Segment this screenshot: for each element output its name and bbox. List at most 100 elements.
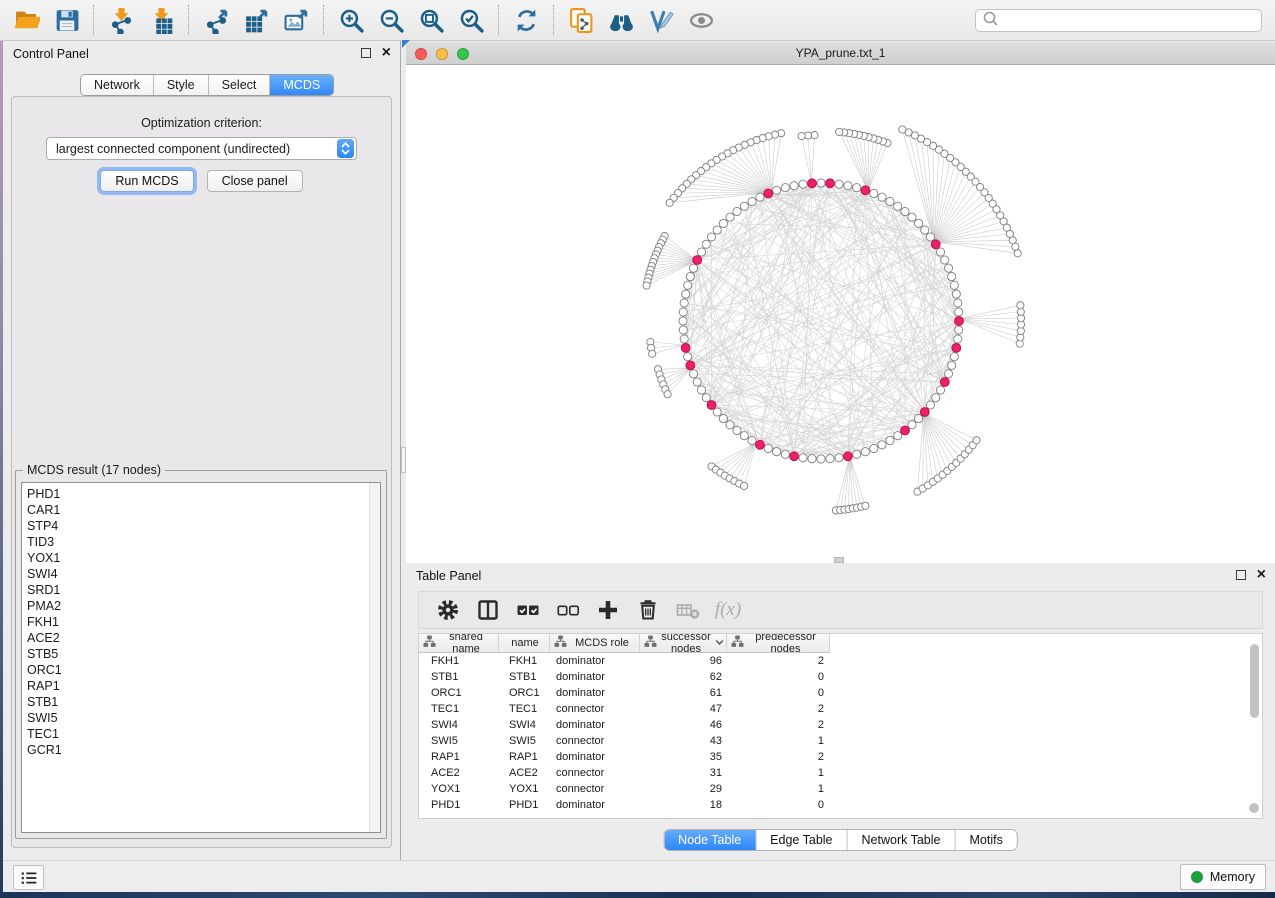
refresh-network-icon[interactable] [506,2,546,38]
table-cell[interactable]: dominator [550,749,640,765]
result-node-item[interactable]: PHD1 [27,486,380,502]
table-cell[interactable]: SWI4 [419,717,499,733]
table-cell[interactable]: 1 [727,781,830,797]
table-row[interactable]: PHD1PHD1dominator180 [419,797,1262,813]
table-cell[interactable]: 47 [640,701,727,717]
table-row[interactable]: RAP1RAP1dominator352 [419,749,1262,765]
table-cell[interactable]: connector [550,781,640,797]
export-network-icon[interactable] [196,2,236,38]
table-cell[interactable]: FKH1 [499,653,550,669]
table-cell[interactable]: STB1 [419,669,499,685]
network-search-binoculars-icon[interactable] [601,2,641,38]
table-cell[interactable]: 0 [727,797,830,813]
table-cell[interactable]: FKH1 [419,653,499,669]
zoom-out-icon[interactable] [371,2,411,38]
column-header-shared-name[interactable]: shared name [419,634,499,653]
result-node-item[interactable]: TEC1 [27,726,380,742]
zoom-fit-icon[interactable] [411,2,451,38]
result-node-item[interactable]: SRD1 [27,582,380,598]
table-row[interactable]: YOX1YOX1connector291 [419,781,1262,797]
column-header-successor-nodes[interactable]: successor nodes [640,634,727,653]
table-cell[interactable]: 2 [727,701,830,717]
close-panel-button[interactable]: Close panel [207,170,303,192]
function-builder-icon[interactable]: f(x) [711,594,745,626]
add-column-icon[interactable] [591,594,625,626]
table-cell[interactable]: dominator [550,669,640,685]
table-scrollbar[interactable] [1250,644,1259,718]
table-cell[interactable]: 29 [640,781,727,797]
result-node-item[interactable]: TID3 [27,534,380,550]
table-cell[interactable]: 1 [727,733,830,749]
table-cell[interactable]: 31 [640,765,727,781]
table-cell[interactable]: 35 [640,749,727,765]
table-cell[interactable]: 0 [727,685,830,701]
result-node-item[interactable]: STP4 [27,518,380,534]
tab-mcds[interactable]: MCDS [270,75,333,95]
float-panel-icon[interactable] [361,48,371,58]
column-header-MCDS-role[interactable]: MCDS role [550,634,640,653]
result-node-item[interactable]: STB5 [27,646,380,662]
table-cell[interactable]: STB1 [499,669,550,685]
result-list-scrollbar[interactable] [369,483,380,832]
table-cell[interactable]: ORC1 [499,685,550,701]
horizontal-splitter-handle[interactable] [834,557,844,563]
table-cell[interactable]: TEC1 [419,701,499,717]
tab-style[interactable]: Style [154,75,209,95]
table-cell[interactable]: 1 [727,765,830,781]
result-node-item[interactable]: ORC1 [27,662,380,678]
deselect-all-icon[interactable] [551,594,585,626]
table-cell[interactable]: SWI5 [419,733,499,749]
delete-column-icon[interactable] [631,594,665,626]
import-table-icon[interactable] [141,2,181,38]
save-session-icon[interactable] [46,2,86,38]
memory-button[interactable]: Memory [1180,864,1266,890]
table-row[interactable]: STB1STB1dominator620 [419,669,1262,685]
table-row[interactable]: TEC1TEC1connector472 [419,701,1262,717]
table-cell[interactable]: 43 [640,733,727,749]
float-panel-icon[interactable] [1236,570,1246,580]
zoom-selected-icon[interactable] [451,2,491,38]
table-cell[interactable]: 62 [640,669,727,685]
table-row[interactable]: ACE2ACE2connector311 [419,765,1262,781]
result-node-item[interactable]: PMA2 [27,598,380,614]
table-cell[interactable]: PHD1 [499,797,550,813]
result-node-item[interactable]: GCR1 [27,742,380,758]
export-image-icon[interactable] [276,2,316,38]
table-cell[interactable]: dominator [550,797,640,813]
result-node-item[interactable]: ACE2 [27,630,380,646]
close-panel-icon[interactable]: × [1257,570,1266,580]
vizmapper-icon[interactable] [641,2,681,38]
table-cell[interactable]: dominator [550,717,640,733]
table-cell[interactable]: 46 [640,717,727,733]
export-table-icon[interactable] [236,2,276,38]
import-network-icon[interactable] [101,2,141,38]
result-node-item[interactable]: YOX1 [27,550,380,566]
tab-network-table[interactable]: Network Table [848,830,956,850]
table-cell[interactable]: ORC1 [419,685,499,701]
table-cell[interactable]: TEC1 [499,701,550,717]
show-hide-graphics-icon[interactable] [681,2,721,38]
search-input[interactable] [999,11,1261,30]
task-history-button[interactable] [13,865,44,890]
table-cell[interactable]: PHD1 [419,797,499,813]
tab-network[interactable]: Network [81,75,154,95]
result-node-item[interactable]: SWI4 [27,566,380,582]
table-cell[interactable]: ACE2 [419,765,499,781]
tab-motifs[interactable]: Motifs [955,830,1016,850]
table-cell[interactable]: 2 [727,749,830,765]
tab-edge-table[interactable]: Edge Table [756,830,847,850]
network-canvas[interactable] [406,65,1275,563]
table-cell[interactable]: 61 [640,685,727,701]
result-node-item[interactable]: FKH1 [27,614,380,630]
table-cell[interactable]: 18 [640,797,727,813]
zoom-in-icon[interactable] [331,2,371,38]
column-header-predecessor-nodes[interactable]: predecessor nodes [727,634,830,653]
table-cell[interactable]: YOX1 [499,781,550,797]
column-header-name[interactable]: name [499,634,550,653]
table-cell[interactable]: SWI5 [499,733,550,749]
table-cell[interactable]: 96 [640,653,727,669]
table-cell[interactable]: 2 [727,653,830,669]
table-row[interactable]: SWI5SWI5connector431 [419,733,1262,749]
run-mcds-button[interactable]: Run MCDS [100,170,193,192]
result-node-item[interactable]: STB1 [27,694,380,710]
